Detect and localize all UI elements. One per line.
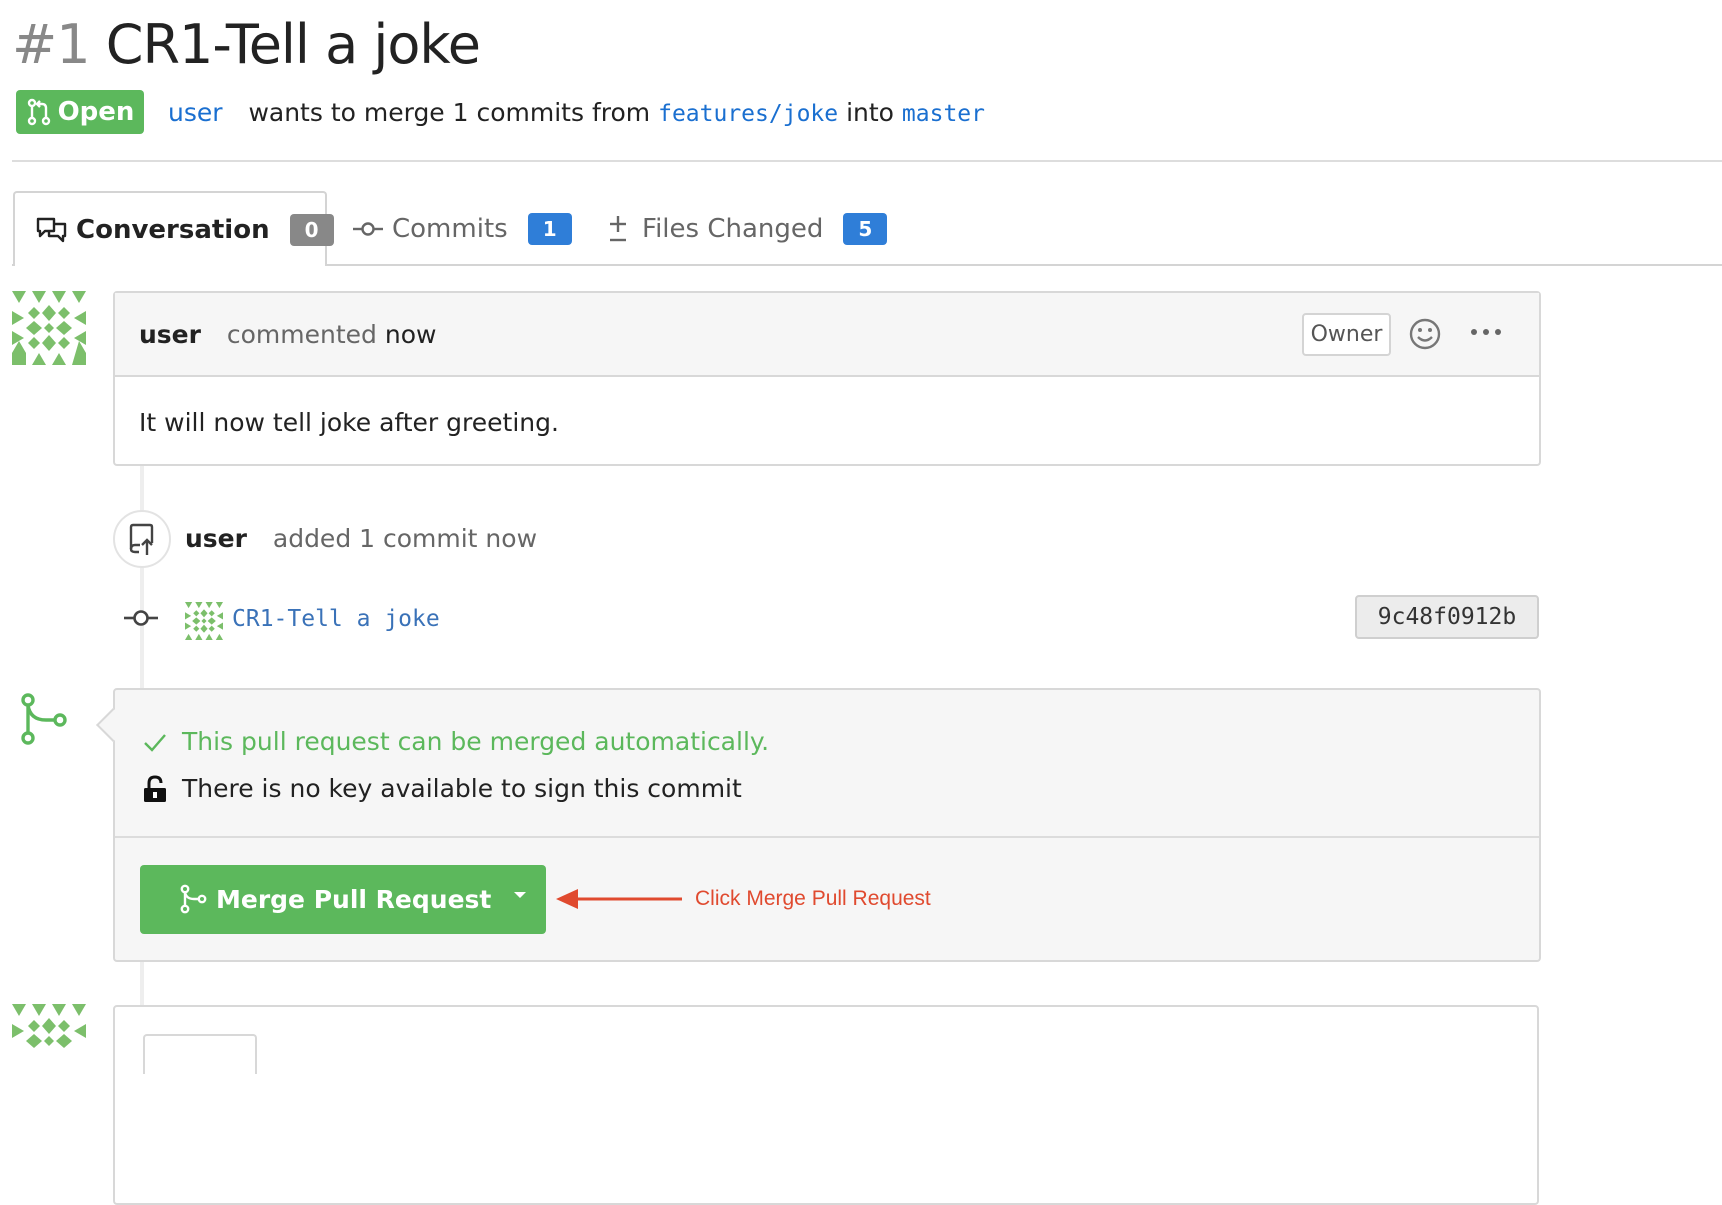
- annotation-text: Click Merge Pull Request: [695, 887, 931, 910]
- commit-message-link[interactable]: CR1-Tell a joke: [232, 602, 440, 636]
- status-badge: Open: [16, 90, 144, 134]
- tab-commits[interactable]: Commits 1: [352, 210, 572, 248]
- tab-conversation-count: 0: [289, 214, 334, 246]
- plus-minus-icon: [610, 216, 626, 242]
- comment-action: commented: [226, 320, 377, 349]
- more-options-button[interactable]: [1467, 318, 1507, 348]
- author-link[interactable]: user: [168, 98, 223, 127]
- merge-button-label: Merge Pull Request: [216, 884, 492, 914]
- git-merge-icon: [21, 693, 67, 745]
- comment-time[interactable]: now: [385, 320, 437, 349]
- comment-body: It will now tell joke after greeting.: [139, 408, 559, 437]
- tab-commits-label: Commits: [392, 214, 508, 244]
- git-merge-icon: [180, 884, 207, 914]
- mergeable-status-text: This pull request can be merged automati…: [182, 727, 770, 756]
- commit-event-text: user added 1 commit now: [185, 522, 537, 556]
- event-action: added 1 commit now: [272, 524, 538, 553]
- into-text: into: [846, 98, 894, 127]
- merge-options-dropdown[interactable]: [505, 880, 535, 910]
- current-user-avatar-icon: [12, 1004, 86, 1078]
- repo-push-icon: [129, 523, 154, 555]
- smiley-icon: [1409, 318, 1441, 350]
- identicon-avatar-icon: [12, 291, 86, 365]
- avatar[interactable]: [12, 291, 86, 369]
- owner-label: Owner: [1302, 313, 1391, 356]
- tab-conversation-label: Conversation: [76, 215, 270, 245]
- commit-sha-button[interactable]: 9c48f0912b: [1355, 595, 1539, 639]
- merge-button-content[interactable]: Merge Pull Request: [178, 884, 491, 914]
- page-title: #1 CR1-Tell a joke: [12, 10, 481, 80]
- unlock-icon: [144, 775, 166, 802]
- new-comment-box: [113, 1005, 1539, 1205]
- caret-down-icon: [514, 892, 526, 898]
- target-branch-link[interactable]: master: [902, 101, 985, 127]
- signing-status-text: There is no key available to sign this c…: [182, 774, 742, 803]
- commit-node-icon: [124, 610, 158, 626]
- comment-author-link[interactable]: user: [139, 320, 201, 349]
- merge-summary: user wants to merge 1 commits from featu…: [168, 96, 985, 131]
- merge-text: wants to merge 1 commits from: [248, 98, 651, 127]
- tab-files-changed-count: 5: [843, 213, 888, 245]
- merge-box-divider: [115, 836, 1539, 838]
- pr-number: #1: [12, 13, 91, 76]
- mergeable-status: This pull request can be merged automati…: [142, 724, 769, 760]
- check-icon: [144, 734, 166, 752]
- annotation-arrow-icon: [556, 889, 682, 909]
- write-tab[interactable]: [143, 1034, 257, 1074]
- signing-status: There is no key available to sign this c…: [142, 771, 742, 807]
- tab-conversation[interactable]: Conversation 0: [36, 211, 334, 249]
- commit-author-avatar-icon[interactable]: [185, 602, 223, 640]
- commit-icon: [353, 222, 383, 236]
- header-divider: [12, 160, 1722, 162]
- kebab-horizontal-icon: [1471, 329, 1501, 335]
- source-branch-link[interactable]: features/joke: [658, 101, 838, 127]
- event-author-link[interactable]: user: [185, 524, 247, 553]
- tab-files-changed[interactable]: Files Changed 5: [606, 210, 888, 248]
- push-event-badge: [113, 510, 171, 568]
- status-badge-label: Open: [57, 97, 135, 127]
- reaction-button[interactable]: [1406, 315, 1444, 353]
- tab-files-changed-label: Files Changed: [642, 214, 824, 244]
- comment-meta: user commented now: [139, 318, 436, 352]
- tab-commits-count: 1: [527, 213, 572, 245]
- pull-request-icon: [27, 98, 50, 126]
- pr-title-text: CR1-Tell a joke: [105, 13, 481, 76]
- conversation-icon: [36, 217, 67, 243]
